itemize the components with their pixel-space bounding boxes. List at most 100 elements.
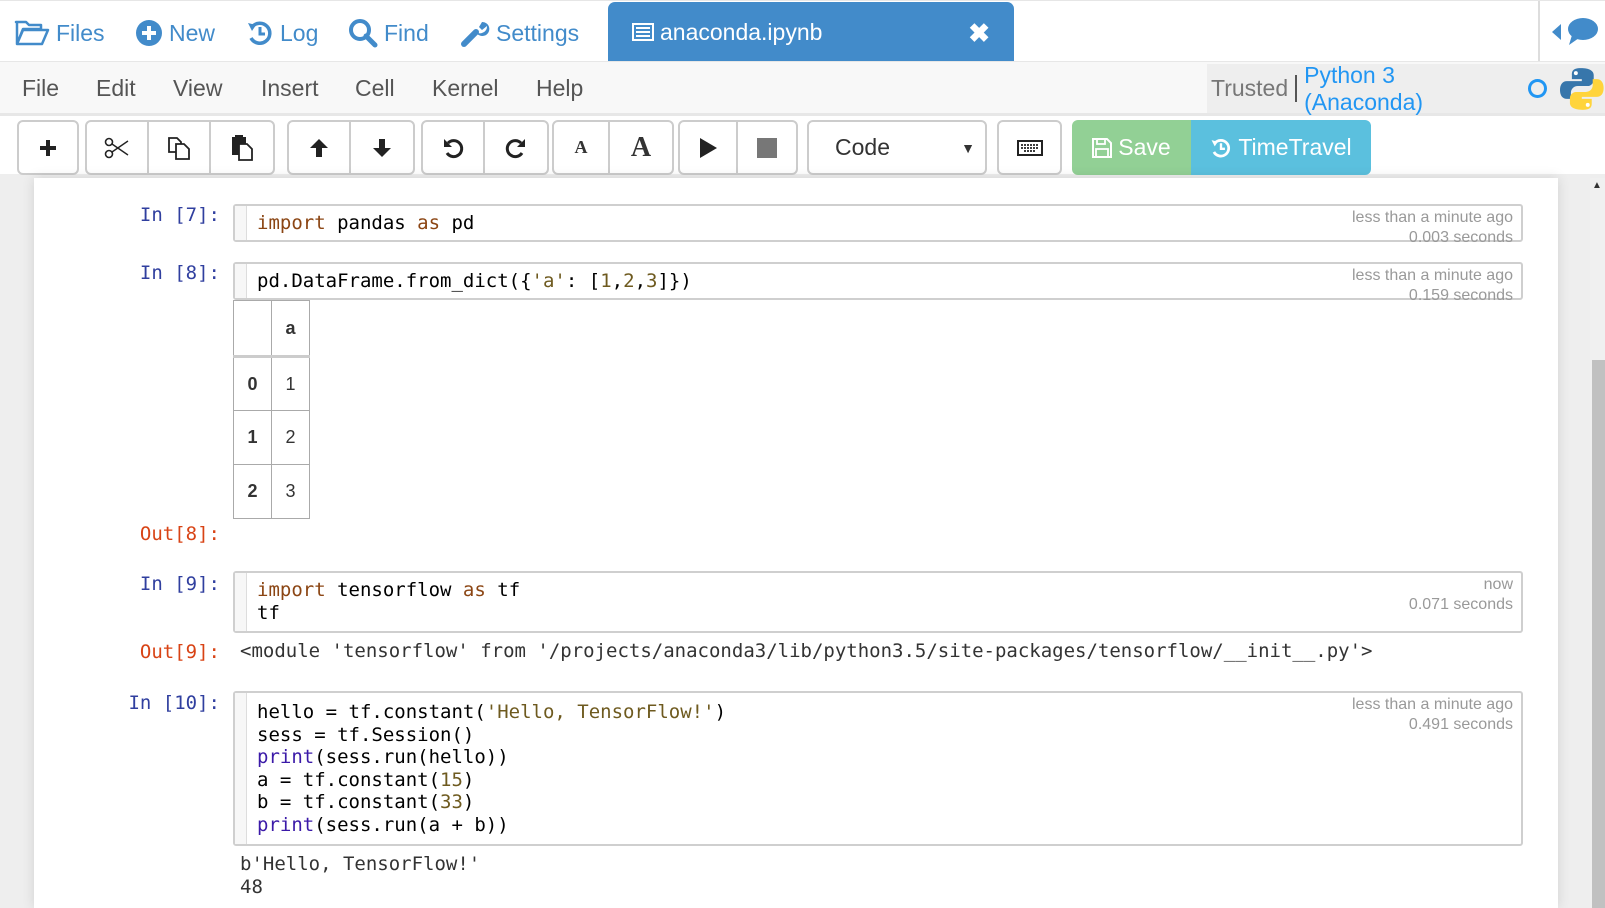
in-prompt: In [8]: [139, 262, 220, 284]
menu-kernel[interactable]: Kernel [432, 75, 498, 102]
menu-file[interactable]: File [22, 75, 59, 102]
paste-button[interactable] [211, 122, 273, 173]
timing-duration: 0.071 seconds [1408, 596, 1513, 613]
insert-group [17, 120, 79, 175]
code-editor[interactable]: pd.DataFrame.from_dict({'a': [1,2,3]}) l… [233, 262, 1523, 304]
scroll-up-arrow-icon[interactable]: ▲ [1592, 180, 1602, 191]
cut-button[interactable] [87, 122, 149, 173]
kernel-name[interactable]: Python 3 (Anaconda) [1304, 62, 1518, 116]
kernel-idle-icon [1528, 79, 1548, 98]
timetravel-button[interactable]: TimeTravel [1191, 120, 1371, 175]
redo-button[interactable] [485, 122, 547, 173]
menu-insert[interactable]: Insert [261, 75, 319, 102]
save-button[interactable]: Save [1072, 120, 1191, 175]
code-editor[interactable]: import tensorflow as tf tf now 0.071 sec… [233, 571, 1523, 633]
out-prompt: Out[9]: [139, 641, 220, 663]
history-icon [1211, 138, 1231, 157]
cell-value: 2 [271, 410, 310, 465]
scissors-icon [104, 137, 129, 158]
files-button[interactable]: Files [14, 13, 105, 53]
new-label: New [169, 19, 216, 46]
log-button[interactable]: Log [246, 13, 318, 53]
timing-when: less than a minute ago [1352, 209, 1513, 226]
copy-button[interactable] [149, 122, 211, 173]
output-text: 48 [240, 876, 263, 898]
code-text: hello = tf.constant('Hello, TensorFlow!'… [257, 701, 727, 836]
arrow-down-icon [373, 138, 391, 157]
chevron-left-icon [1552, 24, 1561, 40]
undo-group [421, 120, 549, 175]
toolbar: A A Code ▼ Save TimeTravel [0, 116, 1605, 176]
search-icon [349, 19, 378, 48]
close-tab-icon[interactable]: ✖ [968, 18, 990, 49]
find-button[interactable]: Find [348, 13, 429, 53]
cell-value: 1 [271, 356, 310, 411]
table-header-row: a [233, 300, 310, 358]
top-bar: Files New Log Find Settings anaconda.ipy… [0, 0, 1605, 62]
menu-cell[interactable]: Cell [355, 75, 395, 102]
plus-icon [40, 139, 56, 156]
row-index: 0 [233, 356, 272, 411]
table-row: 1 2 [233, 410, 310, 465]
chat-toggle-button[interactable] [1552, 17, 1598, 47]
menu-edit[interactable]: Edit [96, 75, 136, 102]
timing-duration: 0.003 seconds [1408, 229, 1513, 246]
menu-bar: File Edit View Insert Cell Kernel Help T… [0, 61, 1605, 116]
move-down-button[interactable] [351, 122, 413, 173]
cell-type-select[interactable]: Code ▼ [807, 120, 987, 175]
row-index: 2 [233, 464, 272, 519]
paste-icon [232, 134, 253, 161]
run-button[interactable] [680, 122, 738, 173]
menu-view[interactable]: View [173, 75, 222, 102]
trusted-status[interactable]: Trusted [1211, 75, 1288, 102]
scrollbar-thumb[interactable] [1592, 360, 1605, 908]
run-group [678, 120, 798, 175]
output-text: b'Hello, TensorFlow!' [240, 853, 481, 875]
editor-gutter [235, 693, 247, 844]
code-editor[interactable]: hello = tf.constant('Hello, TensorFlow!'… [233, 691, 1523, 846]
undo-button[interactable] [423, 122, 485, 173]
divider [1295, 75, 1298, 102]
decrease-font-button[interactable]: A [554, 122, 610, 173]
out-prompt: Out[8]: [139, 523, 220, 545]
python-logo-icon [1560, 67, 1604, 110]
move-group [287, 120, 415, 175]
save-label: Save [1118, 134, 1171, 160]
index-header [233, 300, 272, 358]
settings-label: Settings [496, 19, 580, 46]
log-label: Log [280, 19, 319, 46]
editor-gutter [235, 264, 247, 298]
plus-circle-icon [136, 20, 162, 46]
code-text: pd.DataFrame.from_dict({'a': [1,2,3]}) [257, 270, 692, 292]
timing-when: less than a minute ago [1352, 696, 1513, 713]
increase-font-button[interactable]: A [610, 122, 672, 173]
stop-icon [757, 137, 777, 158]
history-icon [248, 21, 272, 45]
column-header: a [271, 300, 310, 358]
arrow-up-icon [310, 138, 328, 157]
in-prompt: In [10]: [128, 692, 220, 714]
timing-duration: 0.491 seconds [1408, 716, 1513, 733]
save-icon [1092, 137, 1113, 158]
table-row: 0 1 [233, 356, 310, 411]
code-text: import pandas as pd [257, 212, 475, 234]
code-text: import tensorflow as tf tf [257, 579, 521, 624]
menu-help[interactable]: Help [536, 75, 583, 102]
keyboard-shortcuts-button[interactable] [997, 120, 1062, 175]
tab-anaconda-notebook[interactable]: anaconda.ipynb ✖ [608, 2, 1014, 62]
timing-duration: 0.159 seconds [1408, 287, 1513, 304]
settings-button[interactable]: Settings [460, 13, 579, 53]
new-button[interactable]: New [135, 13, 215, 53]
cell-value: 3 [271, 464, 310, 519]
timing-when: less than a minute ago [1352, 267, 1513, 284]
folder-open-icon [14, 20, 50, 46]
copy-icon [168, 136, 190, 160]
execution-timing: less than a minute ago 0.491 seconds [1352, 695, 1513, 735]
insert-cell-button[interactable] [19, 122, 77, 173]
code-editor[interactable]: import pandas as pd less than a minute a… [233, 204, 1523, 246]
timing-when: now [1483, 576, 1513, 593]
execution-timing: less than a minute ago 0.003 seconds [1352, 208, 1513, 248]
find-label: Find [384, 19, 429, 46]
interrupt-button[interactable] [738, 122, 796, 173]
move-up-button[interactable] [289, 122, 351, 173]
